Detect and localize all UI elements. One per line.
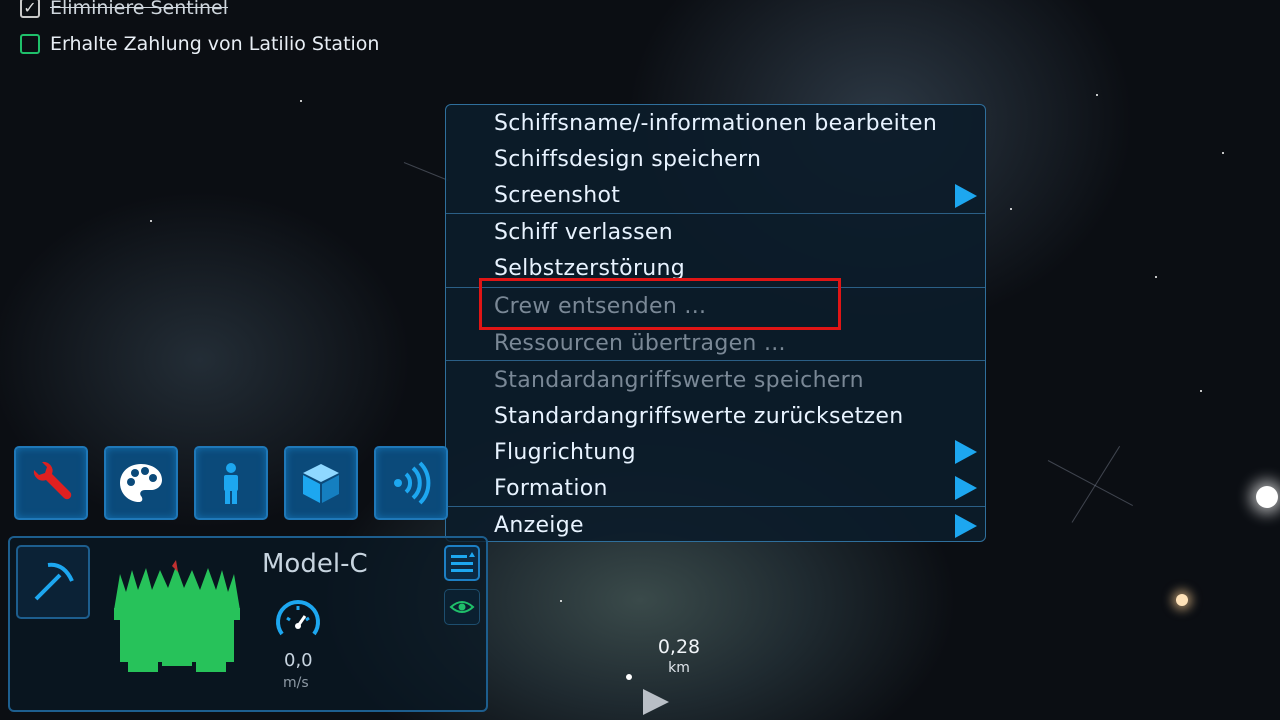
star (1222, 152, 1224, 154)
target-distance: 0,28 km (652, 636, 706, 676)
person-icon (224, 463, 238, 504)
submenu-arrow-icon (955, 184, 977, 208)
visibility-toggle[interactable] (444, 589, 480, 625)
list-sort-icon (451, 552, 475, 572)
menu-item-reset-attack-defaults[interactable]: Standardangriffswerte zurücksetzen (494, 404, 903, 429)
distance-value: 0,28 (657, 636, 701, 658)
menu-divider (446, 213, 985, 214)
cube-icon (303, 464, 339, 503)
menu-divider (446, 506, 985, 507)
paint-button[interactable] (104, 446, 178, 520)
wrench-icon (33, 461, 72, 500)
signal-icon (394, 461, 431, 505)
speedometer-icon (276, 600, 320, 636)
menu-item-save-design[interactable]: Schiffsdesign speichern (494, 147, 761, 172)
star (1200, 390, 1202, 392)
star (560, 600, 562, 602)
star (1176, 594, 1188, 606)
star (1256, 486, 1278, 508)
grid-line (403, 162, 449, 181)
submenu-arrow-icon (955, 440, 977, 464)
menu-item-save-attack-defaults: Standardangriffswerte speichern (494, 368, 864, 393)
build-button[interactable] (14, 446, 88, 520)
comms-button[interactable] (374, 446, 448, 520)
menu-divider (446, 360, 985, 361)
crew-button[interactable] (194, 446, 268, 520)
menu-item-formation[interactable]: Formation (494, 476, 608, 501)
menu-item-display[interactable]: Anzeige (494, 513, 584, 538)
submenu-arrow-icon (955, 514, 977, 538)
grid-line (1071, 445, 1121, 523)
star (1155, 276, 1157, 278)
ship-list-button[interactable] (444, 545, 480, 581)
objective-item: ✓ Eliminiere Sentinel (20, 0, 379, 26)
inventory-button[interactable] (284, 446, 358, 520)
star (300, 100, 302, 102)
checkbox-checked: ✓ (20, 0, 40, 18)
star (626, 674, 632, 680)
eye-icon (449, 601, 475, 613)
menu-item-leave-ship[interactable]: Schiff verlassen (494, 220, 673, 245)
direction-pointer-icon (643, 689, 669, 715)
objective-label: Eliminiere Sentinel (50, 0, 229, 19)
checkbox-unchecked (20, 34, 40, 54)
objectives-list: ✓ Eliminiere Sentinel Erhalte Zahlung vo… (20, 0, 379, 62)
ship-silhouette (114, 560, 240, 672)
ship-name: Model-C (262, 549, 368, 579)
menu-item-transfer-resources: Ressourcen übertragen ... (494, 331, 786, 356)
menu-item-screenshot[interactable]: Screenshot (494, 183, 620, 208)
objective-label: Erhalte Zahlung von Latilio Station (50, 33, 380, 55)
distance-unit: km (668, 660, 690, 676)
objective-item: Erhalte Zahlung von Latilio Station (20, 26, 379, 62)
speed-unit: m/s (283, 675, 309, 691)
star (1096, 94, 1098, 96)
pickaxe-icon (34, 562, 74, 601)
speed-value: 0,0 (284, 650, 313, 671)
star (1010, 208, 1012, 210)
palette-icon (120, 464, 162, 502)
star (150, 220, 152, 222)
grid-line (1047, 460, 1133, 507)
menu-item-flight-direction[interactable]: Flugrichtung (494, 440, 636, 465)
submenu-arrow-icon (955, 476, 977, 500)
highlight-annotation (479, 278, 841, 330)
mining-tool-button[interactable] (16, 545, 90, 619)
menu-item-edit-ship-info[interactable]: Schiffsname/-informationen bearbeiten (494, 111, 937, 136)
